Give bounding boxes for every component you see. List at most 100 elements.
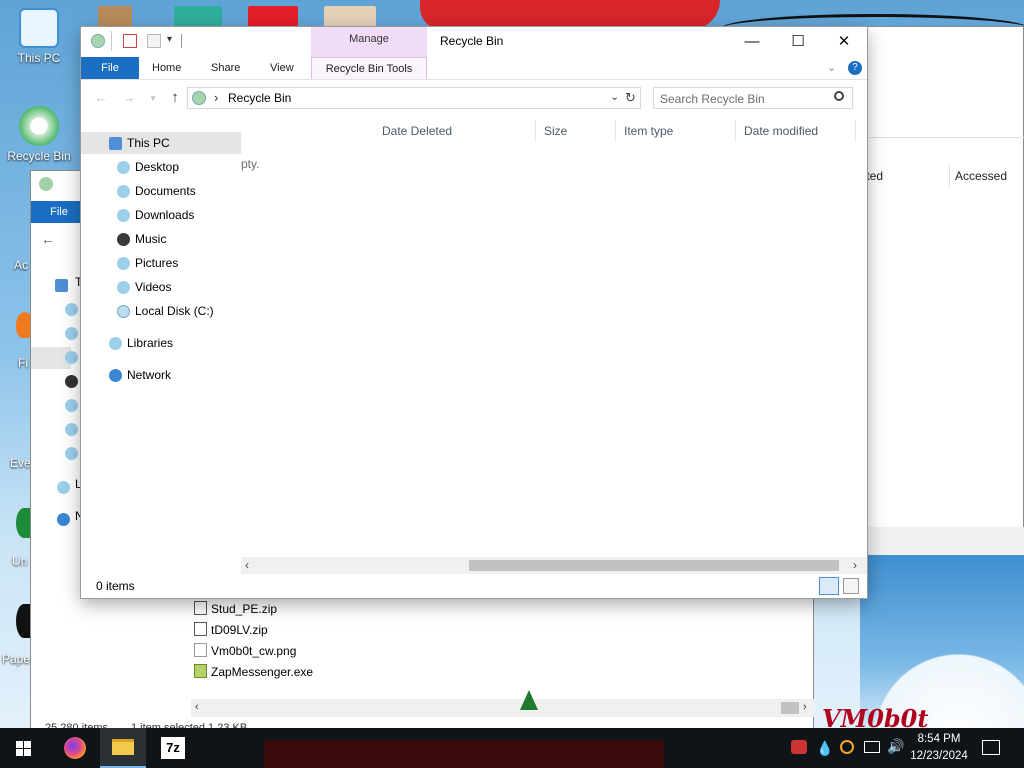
list-item[interactable]: ZapMessenger.exe xyxy=(194,662,313,682)
tab-home[interactable]: Home xyxy=(152,57,181,79)
horizontal-scrollbar[interactable]: ‹ › xyxy=(241,557,867,574)
sidebar-item-downloads[interactable]: Downloads xyxy=(81,204,241,226)
computer-icon xyxy=(109,137,122,150)
context-tab-group-label[interactable]: Manage xyxy=(311,33,427,45)
file-tab[interactable]: File xyxy=(31,201,87,223)
empty-folder-message: pty. xyxy=(241,157,260,171)
address-dropdown-icon[interactable]: ⌄ xyxy=(610,90,619,103)
new-folder-icon[interactable] xyxy=(147,34,161,48)
back-arrow-icon[interactable]: ← xyxy=(91,87,111,109)
maximize-button[interactable]: ☐ xyxy=(775,27,821,57)
search-input[interactable]: Search Recycle Bin xyxy=(653,87,853,109)
column-header-accessed[interactable]: Accessed xyxy=(955,165,1007,187)
tree-icon xyxy=(520,690,538,710)
expand-ribbon-icon[interactable]: ⌄ xyxy=(827,61,836,74)
tab-recycle-bin-tools[interactable]: Recycle Bin Tools xyxy=(311,57,427,79)
documents-folder-icon xyxy=(117,185,130,198)
forward-arrow-icon[interactable]: → xyxy=(119,87,139,109)
divider xyxy=(81,79,867,80)
desktop-icon-this-pc[interactable]: This PC xyxy=(4,8,74,65)
desktop-icon-label[interactable]: Ac xyxy=(14,258,28,272)
up-arrow-icon[interactable]: ↑ xyxy=(165,87,185,109)
help-icon[interactable]: ? xyxy=(848,61,862,75)
desktop-thumbnail[interactable] xyxy=(174,6,222,28)
close-button[interactable]: ✕ xyxy=(821,27,867,57)
sidebar-item-desktop[interactable]: Desktop xyxy=(81,156,241,178)
drive-icon xyxy=(117,305,130,318)
network-status-icon[interactable] xyxy=(864,741,880,753)
file-name: Vm0b0t_cw.png xyxy=(211,644,297,658)
recent-locations-icon[interactable]: ▾ xyxy=(143,87,163,109)
properties-icon[interactable] xyxy=(123,34,137,48)
list-item[interactable]: Vm0b0t_cw.png xyxy=(194,641,296,661)
taskbar-7zip[interactable]: 7z xyxy=(150,728,196,768)
firefox-icon xyxy=(64,737,86,759)
tray-app-icon[interactable] xyxy=(791,740,807,754)
sidebar-item-label: Downloads xyxy=(135,208,195,222)
large-icons-view-icon[interactable] xyxy=(843,578,859,594)
sidebar-item-label: Desktop xyxy=(135,160,180,174)
volume-icon[interactable]: 🔊 xyxy=(887,738,904,755)
network-icon xyxy=(57,513,70,526)
taskbar-firefox[interactable] xyxy=(52,728,98,768)
start-button[interactable] xyxy=(0,728,46,768)
desktop-icon-label: This PC xyxy=(17,51,61,65)
details-view-icon[interactable] xyxy=(819,577,839,595)
column-header-date-modified[interactable]: Date modified xyxy=(736,120,856,142)
column-header-size[interactable]: Size xyxy=(536,120,616,142)
desktop-icon-label: Recycle Bin xyxy=(7,149,71,163)
sidebar-item-libraries[interactable]: Libraries xyxy=(81,332,241,354)
sidebar-item-label: Network xyxy=(127,368,172,382)
back-arrow-icon[interactable]: ← xyxy=(41,231,55,247)
windows-logo-icon xyxy=(16,749,23,756)
divider xyxy=(949,165,950,187)
computer-icon xyxy=(55,279,68,292)
recycle-bin-window[interactable]: ▾ Manage Recycle Bin — ☐ ✕ File Home Sha… xyxy=(81,27,867,598)
desktop-icon-recycle-bin[interactable]: Recycle Bin xyxy=(4,106,74,163)
divider xyxy=(181,34,182,48)
breadcrumb-separator[interactable]: › xyxy=(214,90,218,105)
taskbar-file-explorer[interactable] xyxy=(100,728,146,768)
sidebar-item-documents[interactable]: Documents xyxy=(81,180,241,202)
file-name: ZapMessenger.exe xyxy=(211,665,314,679)
desktop-thumbnail[interactable] xyxy=(248,6,298,28)
desktop-thumbnail[interactable] xyxy=(98,6,132,28)
sidebar-item-music[interactable]: Music xyxy=(81,228,241,250)
tab-view[interactable]: View xyxy=(270,57,294,79)
sidebar-item-videos[interactable]: Videos xyxy=(81,276,241,298)
sidebar-item-pictures[interactable]: Pictures xyxy=(81,252,241,274)
search-icon[interactable] xyxy=(834,91,844,101)
desktop-icon-label[interactable]: Un xyxy=(12,554,27,568)
desktop-thumbnail[interactable] xyxy=(324,6,376,28)
desktop-icon-label[interactable]: Fi xyxy=(18,356,28,370)
tray-drop-icon[interactable]: 💧 xyxy=(816,740,833,757)
address-bar[interactable]: › Recycle Bin ⌄ xyxy=(187,87,641,109)
tab-file[interactable]: File xyxy=(81,57,139,79)
scroll-thumb[interactable] xyxy=(781,702,799,714)
column-header-date-deleted[interactable]: Date Deleted xyxy=(374,120,536,142)
sidebar-item-this-pc[interactable]: This PC xyxy=(81,132,241,154)
list-item[interactable]: Stud_PE.zip xyxy=(194,599,277,619)
tab-share[interactable]: Share xyxy=(211,57,240,79)
scroll-thumb[interactable] xyxy=(469,560,839,571)
column-header-item-type[interactable]: Item type xyxy=(616,120,736,142)
desktop-icon-label[interactable]: Pape xyxy=(2,652,30,666)
desktop-icon-label[interactable]: Eve xyxy=(10,456,31,470)
breadcrumb[interactable]: Recycle Bin xyxy=(228,91,291,105)
list-item[interactable]: tD09LV.zip xyxy=(194,620,268,640)
sidebar-item-local-disk[interactable]: Local Disk (C:) xyxy=(81,300,241,322)
scroll-left-icon[interactable]: ‹ xyxy=(195,701,199,713)
drive-icon xyxy=(65,447,78,460)
quick-access-dropdown-icon[interactable]: ▾ xyxy=(167,34,172,45)
horizontal-scrollbar[interactable]: ‹ › xyxy=(191,699,815,717)
scroll-right-icon[interactable]: › xyxy=(853,558,857,572)
notification-center-icon[interactable] xyxy=(982,740,1000,755)
minimize-button[interactable]: — xyxy=(729,27,775,57)
scroll-left-icon[interactable]: ‹ xyxy=(245,558,249,572)
sidebar-item-label: Documents xyxy=(135,184,196,198)
scroll-right-icon[interactable]: › xyxy=(803,701,807,713)
refresh-icon[interactable]: ↻ xyxy=(625,90,636,106)
taskbar-clock[interactable]: 8:54 PM 12/23/2024 xyxy=(904,731,974,765)
sidebar-item-network[interactable]: Network xyxy=(81,364,241,386)
tray-search-icon[interactable] xyxy=(840,740,854,754)
